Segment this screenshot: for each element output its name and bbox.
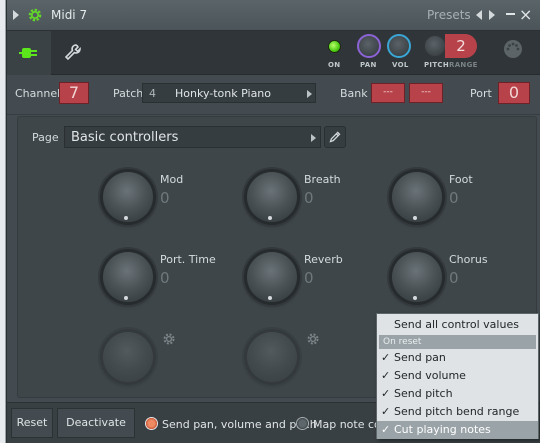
preset-previous-icon[interactable] <box>476 10 482 20</box>
pan-label: PAN <box>360 61 377 69</box>
pencil-icon[interactable] <box>324 126 346 148</box>
midi-connector-icon[interactable] <box>503 39 523 59</box>
menu-item-send-all[interactable]: Send all control values now <box>377 316 538 349</box>
bank-msb-field[interactable]: --- <box>371 83 405 103</box>
channel-label: Channel <box>15 87 61 100</box>
port-label: Port <box>470 87 492 100</box>
check-icon: ✓ <box>381 423 391 436</box>
page-selector[interactable]: Basic controllers <box>64 126 321 148</box>
port-time-label: Port. Time <box>160 253 216 266</box>
patch-number: 4 <box>149 87 156 100</box>
foot-knob[interactable] <box>392 172 442 222</box>
patch-name: Honky-tonk Piano <box>175 87 272 100</box>
pitch-range-field[interactable]: 2 <box>445 34 477 58</box>
presets-button[interactable]: Presets <box>427 8 471 22</box>
breath-value: 0 <box>304 189 314 207</box>
expand-arrow-icon[interactable] <box>13 10 19 20</box>
deactivate-all-button[interactable]: Deactivate all <box>57 408 135 438</box>
menu-section-on-reset: On reset <box>379 335 536 349</box>
menu-item-send-pitch[interactable]: ✓ Send pitch <box>377 385 538 403</box>
menu-item-cut-playing-notes[interactable]: ✓ Cut playing notes <box>377 421 538 439</box>
page-value: Basic controllers <box>71 130 179 145</box>
gear-icon[interactable] <box>27 7 43 23</box>
on-label: ON <box>328 61 341 69</box>
menu-item-label: Send pan <box>394 351 446 364</box>
close-button[interactable]: × <box>519 5 532 24</box>
breath-knob[interactable] <box>247 172 297 222</box>
reset-button[interactable]: Reset <box>11 408 53 438</box>
on-led-button[interactable] <box>328 40 341 53</box>
patch-label: Patch <box>113 87 144 100</box>
port-time-value: 0 <box>160 269 170 287</box>
send-pan-volume-pitch-label[interactable]: Send pan, volume and pitch <box>162 418 317 431</box>
check-icon: ✓ <box>381 351 391 364</box>
range-label: RANGE <box>449 61 478 69</box>
gear-icon[interactable] <box>306 332 320 346</box>
chorus-label: Chorus <box>449 253 488 266</box>
mod-knob[interactable] <box>103 172 153 222</box>
menu-item-send-pan[interactable]: ✓ Send pan <box>377 349 538 367</box>
patch-arrow-icon <box>307 90 312 98</box>
pitch-knob[interactable] <box>423 34 447 58</box>
menu-item-label: Send pitch <box>394 387 453 400</box>
plugin-toolbar: ON PAN VOL PITCH 2 RANGE <box>7 31 540 75</box>
preset-next-icon[interactable] <box>489 10 495 20</box>
gear-icon[interactable] <box>162 332 176 346</box>
reverb-label: Reverb <box>304 253 343 266</box>
page-label: Page <box>32 131 59 144</box>
reverb-knob[interactable] <box>247 252 297 302</box>
channel-settings-row: Channel 7 Patch 4 Honky-tonk Piano Bank … <box>7 75 540 115</box>
breath-label: Breath <box>304 173 341 186</box>
bank-label: Bank <box>340 87 368 100</box>
map-note-color-radio[interactable] <box>296 417 309 430</box>
unassigned-knob-2[interactable] <box>247 332 297 382</box>
menu-item-label: Send pitch bend range <box>394 405 520 418</box>
plug-icon <box>19 48 37 58</box>
chorus-value: 0 <box>449 269 459 287</box>
title-bar[interactable]: Midi 7 Presets × <box>7 0 540 31</box>
volume-label: VOL <box>392 61 409 69</box>
mod-value: 0 <box>160 189 170 207</box>
menu-item-send-pitch-bend-range[interactable]: ✓ Send pitch bend range <box>377 403 538 421</box>
pitch-label: PITCH <box>424 61 450 69</box>
send-pan-volume-pitch-radio[interactable] <box>145 417 158 430</box>
wrench-icon[interactable] <box>63 42 83 62</box>
tab-plugin[interactable] <box>7 31 51 75</box>
bank-lsb-field[interactable]: --- <box>409 83 443 103</box>
check-icon: ✓ <box>381 369 391 382</box>
menu-item-label: Cut playing notes <box>394 423 491 436</box>
check-icon: ✓ <box>381 387 391 400</box>
mod-label: Mod <box>160 173 184 186</box>
foot-value: 0 <box>449 189 459 207</box>
reverb-value: 0 <box>304 269 314 287</box>
reset-options-menu: Send all control values now On reset ✓ S… <box>376 313 539 439</box>
page-arrow-icon <box>311 134 316 142</box>
menu-item-send-volume[interactable]: ✓ Send volume <box>377 367 538 385</box>
patch-selector[interactable]: 4 Honky-tonk Piano <box>142 83 316 103</box>
pan-knob[interactable] <box>357 34 381 58</box>
menu-item-label: Send volume <box>394 369 466 382</box>
foot-label: Foot <box>449 173 473 186</box>
minimize-button[interactable] <box>506 13 515 15</box>
port-field[interactable]: 0 <box>498 82 530 104</box>
unassigned-knob-1[interactable] <box>103 332 153 382</box>
port-time-knob[interactable] <box>103 252 153 302</box>
window-title: Midi 7 <box>51 8 88 22</box>
volume-knob[interactable] <box>387 34 411 58</box>
channel-field[interactable]: 7 <box>59 82 89 104</box>
check-icon: ✓ <box>381 405 391 418</box>
chorus-knob[interactable] <box>392 252 442 302</box>
